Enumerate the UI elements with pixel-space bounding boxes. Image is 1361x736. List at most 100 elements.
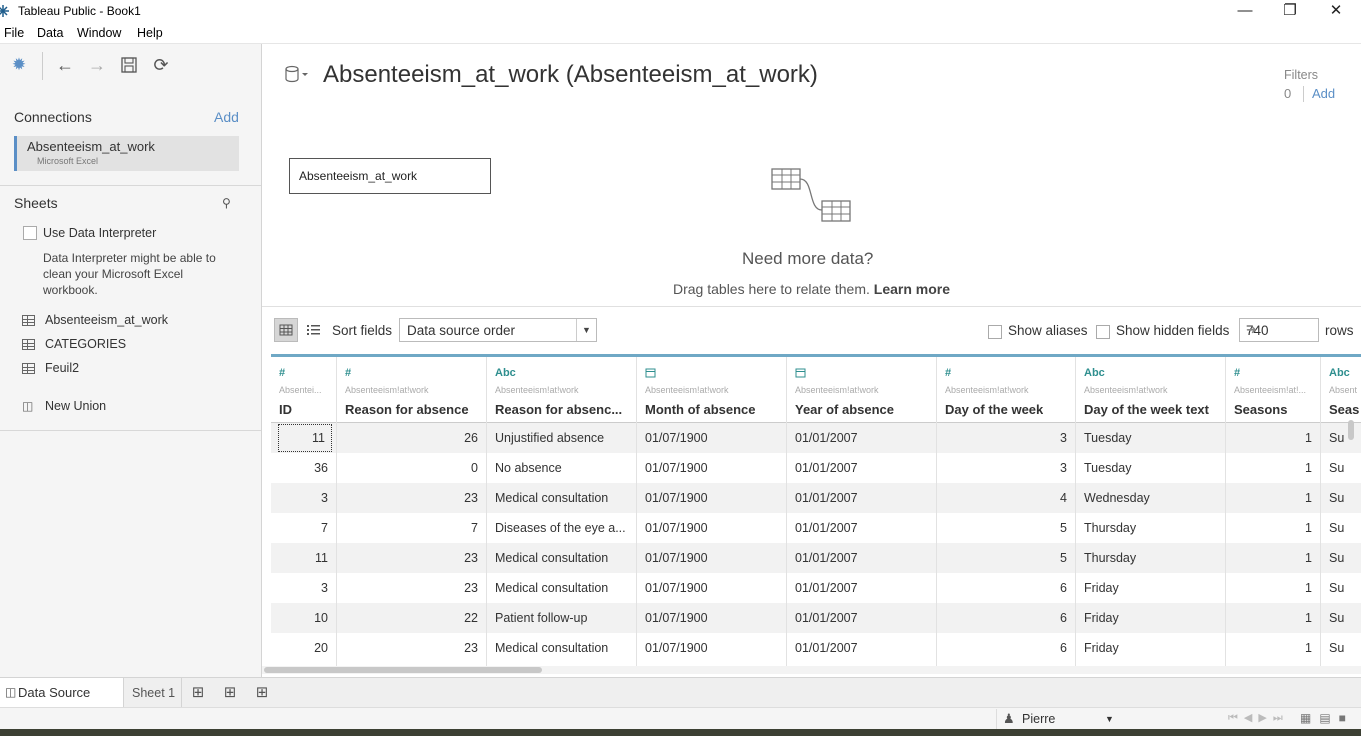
show-aliases-checkbox[interactable] (988, 325, 1002, 339)
new-story-icon[interactable]: ⊞ (253, 684, 271, 702)
table-cell[interactable]: Su (1321, 603, 1361, 633)
table-cell[interactable]: 1 (1226, 633, 1320, 663)
table-cell[interactable]: Su (1321, 423, 1361, 453)
number-type-icon[interactable]: # (945, 367, 951, 379)
column-name[interactable]: Seasons (1234, 402, 1287, 417)
save-icon[interactable] (118, 54, 140, 76)
table-cell[interactable]: 01/07/1900 (637, 603, 786, 633)
table-cell[interactable]: Wednesday (1076, 483, 1225, 513)
column-header[interactable]: # Absenteeism!at!work Reason for absence (337, 357, 486, 423)
list-view-button[interactable] (302, 318, 326, 342)
column-header[interactable]: # Absentei... ID (271, 357, 336, 423)
table-cell[interactable]: Friday (1076, 603, 1225, 633)
column-header[interactable]: Abc Absenteeism!at!work Day of the week te… (1076, 357, 1225, 423)
column-header[interactable]: Abc Absenteeism!at!work Reason for absenc.… (487, 357, 636, 423)
table-cell[interactable]: 1 (1226, 453, 1320, 483)
number-type-icon[interactable]: # (345, 367, 351, 379)
arrow-right-icon[interactable]: ➜ (1246, 322, 1312, 338)
table-cell[interactable]: 3 (937, 423, 1075, 453)
string-type-icon[interactable]: Abc (495, 367, 516, 379)
table-cell[interactable]: 6 (937, 573, 1075, 603)
table-cell[interactable]: 7 (271, 513, 336, 543)
table-cell[interactable]: 1 (1226, 483, 1320, 513)
table-cell[interactable]: 1 (1226, 543, 1320, 573)
table-cell[interactable]: 01/01/2007 (787, 513, 936, 543)
table-cell[interactable]: 01/07/1900 (637, 483, 786, 513)
table-cell[interactable]: 5 (937, 513, 1075, 543)
vertical-scrollbar[interactable] (1348, 420, 1354, 440)
show-hidden-fields-checkbox[interactable] (1096, 325, 1110, 339)
sheet-item-absenteeism[interactable]: Absenteeism_at_work (22, 311, 168, 329)
table-cell[interactable]: Su (1321, 633, 1361, 663)
undo-icon[interactable]: ← (54, 54, 76, 76)
number-type-icon[interactable]: # (279, 367, 285, 379)
table-cell[interactable]: 10 (271, 603, 336, 633)
user-menu[interactable]: ♟ Pierre ▼ (996, 709, 1120, 729)
column-name[interactable]: Year of absence (795, 402, 894, 417)
table-cell[interactable]: 01/07/1900 (637, 513, 786, 543)
table-cell[interactable]: 26 (337, 423, 486, 453)
column-name[interactable]: ID (279, 402, 292, 417)
table-cell[interactable]: 22 (337, 603, 486, 633)
column-header[interactable]: Abc Absent Seas (1321, 357, 1361, 423)
sheet-view-icons[interactable]: ▦▤■ (1300, 711, 1354, 725)
connection-item[interactable]: Absenteeism_at_work Microsoft Excel (14, 136, 239, 171)
column-header[interactable]: Absenteeism!at!work Month of absence (637, 357, 786, 423)
menu-data[interactable]: Data (37, 26, 63, 40)
datasource-menu-icon[interactable] (284, 65, 310, 85)
table-cell[interactable]: 5 (937, 543, 1075, 573)
restore-button[interactable]: ❐ (1267, 0, 1313, 24)
table-cell[interactable]: 6 (937, 633, 1075, 663)
column-name[interactable]: Month of absence (645, 402, 756, 417)
rows-input[interactable]: 740 ➜ (1239, 318, 1319, 342)
new-union-item[interactable]: ◫ New Union (22, 397, 106, 415)
search-sheets-icon[interactable]: ⚲ (222, 196, 231, 210)
table-cell[interactable]: 3 (271, 573, 336, 603)
calendar-icon[interactable] (795, 367, 806, 381)
column-header[interactable]: # Absenteeism!at!... Seasons (1226, 357, 1320, 423)
table-cell[interactable]: 01/01/2007 (787, 573, 936, 603)
table-cell[interactable]: Tuesday (1076, 423, 1225, 453)
table-cell[interactable]: 4 (937, 483, 1075, 513)
table-cell[interactable]: 11 (271, 543, 336, 573)
table-cell[interactable]: Thursday (1076, 543, 1225, 573)
horizontal-scrollbar[interactable] (262, 666, 1361, 674)
table-cell[interactable]: 11 (277, 423, 333, 453)
table-cell[interactable]: 01/07/1900 (637, 423, 786, 453)
new-worksheet-icon[interactable]: ⊞ (189, 684, 207, 702)
table-cell[interactable]: 3 (271, 483, 336, 513)
column-name[interactable]: Day of the week (945, 402, 1043, 417)
table-cell[interactable]: 01/07/1900 (637, 543, 786, 573)
canvas-table[interactable]: Absenteeism_at_work (289, 158, 491, 194)
table-cell[interactable]: 01/07/1900 (637, 573, 786, 603)
table-cell[interactable]: 3 (937, 453, 1075, 483)
use-data-interpreter-checkbox[interactable] (23, 226, 37, 240)
table-cell[interactable]: Su (1321, 513, 1361, 543)
table-cell[interactable]: 01/01/2007 (787, 543, 936, 573)
datasource-title[interactable]: Absenteeism_at_work (Absenteeism_at_work… (323, 61, 818, 89)
table-cell[interactable]: 36 (271, 453, 336, 483)
number-type-icon[interactable]: # (1234, 367, 1240, 379)
add-connection-link[interactable]: Add (214, 109, 239, 125)
table-cell[interactable]: 1 (1226, 603, 1320, 633)
table-cell[interactable]: 01/07/1900 (637, 633, 786, 663)
tableau-home-icon[interactable]: ✹ (8, 54, 30, 76)
sort-fields-select[interactable]: Data source order ▼ (399, 318, 597, 342)
table-cell[interactable]: 20 (271, 633, 336, 663)
sheet-navigation-icons[interactable]: ⏮◀▶⏭ (1228, 711, 1289, 725)
table-cell[interactable]: Thursday (1076, 513, 1225, 543)
redo-icon[interactable]: → (86, 54, 108, 76)
table-cell[interactable]: 01/01/2007 (787, 423, 936, 453)
table-cell[interactable]: No absence (487, 453, 636, 483)
column-name[interactable]: Seas (1329, 402, 1359, 417)
column-name[interactable]: Reason for absenc... (495, 402, 622, 417)
table-cell[interactable]: Su (1321, 483, 1361, 513)
table-cell[interactable]: 1 (1226, 423, 1320, 453)
table-cell[interactable]: Diseases of the eye a... (487, 513, 636, 543)
sheet-item-feuil2[interactable]: Feuil2 (22, 359, 79, 377)
table-cell[interactable]: Medical consultation (487, 573, 636, 603)
add-filter-link[interactable]: Add (1312, 86, 1335, 101)
table-cell[interactable]: Su (1321, 453, 1361, 483)
table-cell[interactable]: 7 (337, 513, 486, 543)
table-cell[interactable]: 01/01/2007 (787, 483, 936, 513)
